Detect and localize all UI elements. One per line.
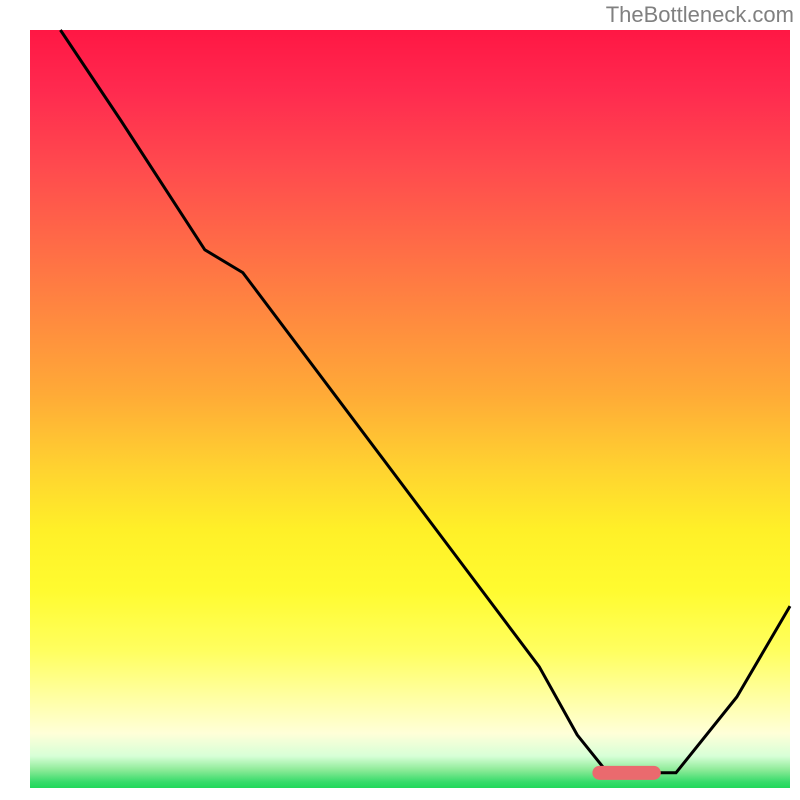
chart-stage: TheBottleneck.com: [0, 0, 800, 800]
optimal-range-marker: [592, 766, 660, 780]
watermark-text: TheBottleneck.com: [606, 2, 794, 28]
bottleneck-chart-svg: [0, 0, 800, 800]
gradient-background: [30, 30, 790, 788]
